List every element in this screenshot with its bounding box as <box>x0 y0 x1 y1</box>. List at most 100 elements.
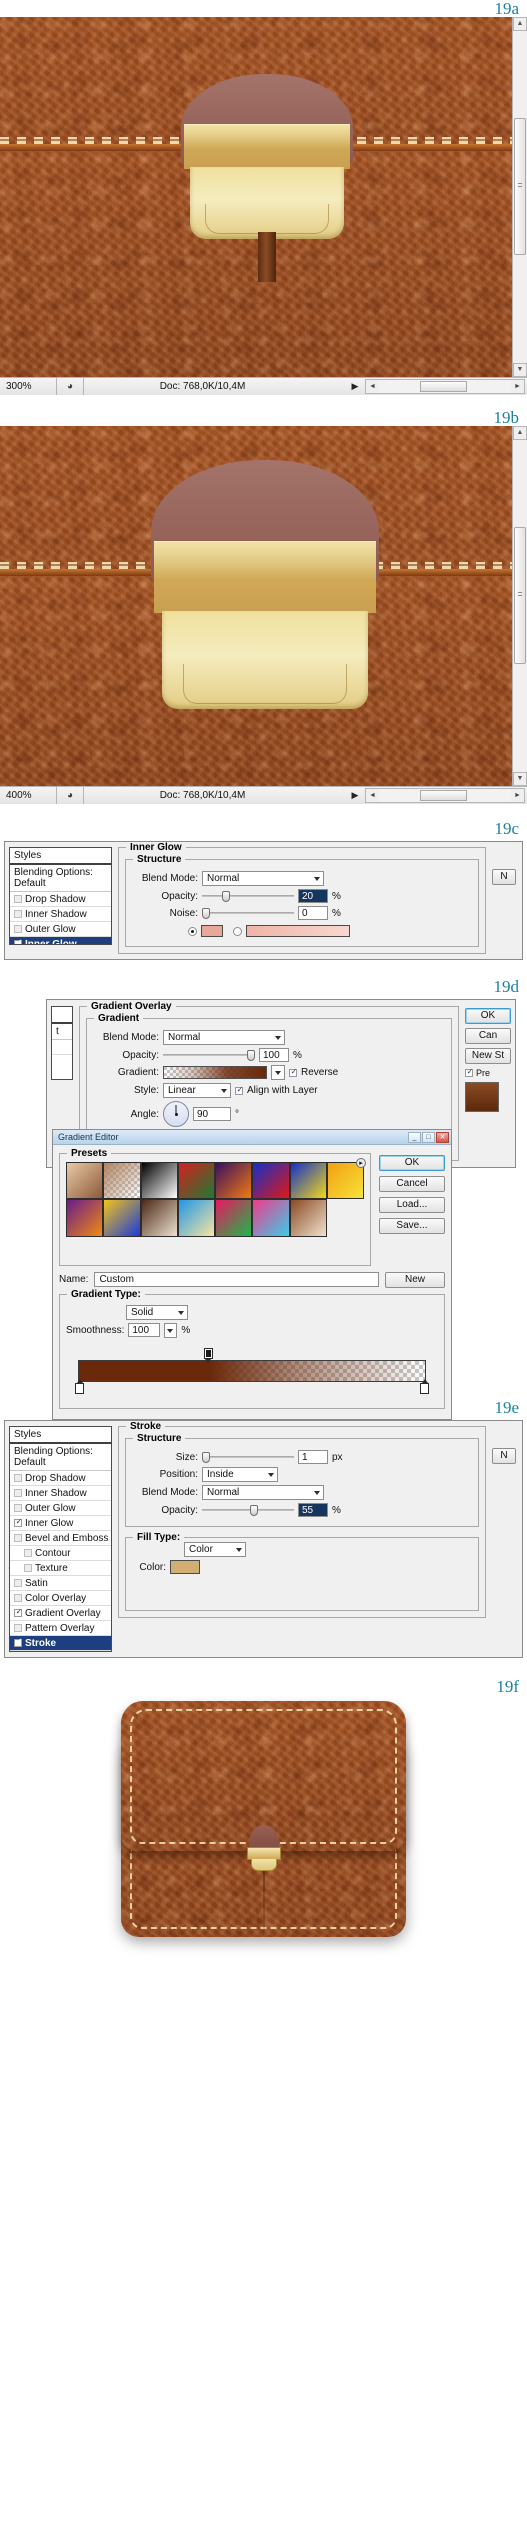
contour-checkbox[interactable] <box>24 1549 32 1557</box>
sidebar-item-drop-shadow[interactable]: Drop Shadow <box>10 892 111 907</box>
hscroll-left-arrow[interactable]: ◄ <box>366 789 379 802</box>
pattern-overlay-checkbox[interactable] <box>14 1624 22 1632</box>
gradient-preset-swatch[interactable] <box>215 1199 253 1237</box>
glow-color-swatch[interactable] <box>201 925 223 937</box>
cancel-button[interactable]: Cancel <box>379 1176 445 1192</box>
blending-options-row[interactable]: Blending Options: Default <box>10 1444 111 1471</box>
blending-options-row[interactable]: t <box>52 1024 72 1040</box>
sidebar-item-bevel-and-emboss[interactable]: Bevel and Emboss <box>10 1531 111 1546</box>
drop-shadow-checkbox[interactable] <box>14 895 22 903</box>
scrollbar-thumb[interactable] <box>514 526 526 664</box>
inner-shadow-checkbox[interactable] <box>14 1489 22 1497</box>
gradient-preset-swatch[interactable] <box>66 1199 104 1237</box>
gradient-radio[interactable] <box>233 926 242 936</box>
preview-icon[interactable]: ◕ <box>57 381 83 392</box>
color-stop-left[interactable] <box>75 1378 84 1394</box>
styles-list-short[interactable]: Styles Blending Options: Default Drop Sh… <box>9 847 112 945</box>
gradient-preset-swatch[interactable] <box>103 1162 141 1200</box>
maximize-icon[interactable]: □ <box>422 1131 435 1143</box>
preview-icon[interactable]: ◕ <box>57 790 83 801</box>
sidebar-item-outer-glow[interactable]: Outer Glow <box>10 922 111 937</box>
gradient-overlay-checkbox[interactable] <box>14 1607 23 1617</box>
angle-input[interactable]: 90 <box>193 1107 231 1121</box>
sidebar-item-outer-glow[interactable]: Outer Glow <box>10 1501 111 1516</box>
close-icon[interactable]: ✕ <box>436 1131 449 1143</box>
gradient-preset-swatch[interactable] <box>252 1162 290 1200</box>
canvas-vertical-scrollbar[interactable]: ▲ ▼ <box>512 17 527 377</box>
preview-row[interactable]: Pre <box>465 1067 511 1078</box>
blend-mode-select[interactable]: Normal <box>202 1485 324 1500</box>
color-overlay-checkbox[interactable] <box>14 1594 22 1602</box>
new-style-button[interactable]: New St <box>465 1048 511 1064</box>
gradient-preview-bar[interactable] <box>163 1066 267 1079</box>
sidebar-item-drop-shadow[interactable]: Drop Shadow <box>10 1471 111 1486</box>
gradient-preset-swatch[interactable] <box>289 1162 327 1200</box>
color-stop-right[interactable] <box>420 1378 429 1394</box>
outer-glow-checkbox[interactable] <box>14 1504 22 1512</box>
color-radio[interactable] <box>188 926 197 936</box>
slider-knob[interactable] <box>249 1505 258 1516</box>
texture-checkbox[interactable] <box>24 1564 32 1572</box>
scroll-down-arrow[interactable]: ▼ <box>513 772 527 786</box>
status-menu-arrow[interactable]: ▶ <box>347 790 363 801</box>
outer-glow-checkbox[interactable] <box>14 925 22 933</box>
bevel-and-emboss-checkbox[interactable] <box>14 1534 22 1542</box>
sidebar-item-satin[interactable]: Satin <box>10 1576 111 1591</box>
sidebar-item-texture[interactable]: Texture <box>10 1561 111 1576</box>
gradient-editor-titlebar[interactable]: Gradient Editor _ □ ✕ <box>53 1130 451 1145</box>
gradient-picker-button[interactable] <box>271 1065 285 1080</box>
scroll-down-arrow[interactable]: ▼ <box>513 363 527 377</box>
inner-glow-checkbox[interactable] <box>14 1517 23 1527</box>
new-style-button[interactable]: N <box>492 869 516 885</box>
zoom-level-19a[interactable]: 300% <box>0 381 56 392</box>
slider-knob[interactable] <box>202 908 210 919</box>
opacity-input[interactable]: 20 <box>298 889 328 903</box>
gradient-preset-swatch[interactable] <box>140 1199 178 1237</box>
blend-mode-select[interactable]: Normal <box>163 1030 285 1045</box>
hscroll-right-arrow[interactable]: ► <box>511 380 524 393</box>
hscroll-left-arrow[interactable]: ◄ <box>366 380 379 393</box>
gradient-preset-swatch[interactable] <box>103 1199 141 1237</box>
gradient-preset-swatch[interactable] <box>66 1162 104 1200</box>
styles-list-clipped[interactable]: t <box>51 1006 73 1080</box>
position-select[interactable]: Inside <box>202 1467 278 1482</box>
satin-checkbox[interactable] <box>14 1579 22 1587</box>
inner-glow-checkbox[interactable] <box>14 938 23 944</box>
slider-knob[interactable] <box>202 1452 210 1463</box>
opacity-input[interactable]: 100 <box>259 1048 289 1062</box>
drop-shadow-checkbox[interactable] <box>14 1474 22 1482</box>
sidebar-item-stroke[interactable]: Stroke <box>10 1636 111 1651</box>
gradient-type-select[interactable]: Solid <box>126 1304 188 1320</box>
slider-knob[interactable] <box>247 1050 255 1061</box>
save-button[interactable]: Save... <box>379 1218 445 1234</box>
hscroll-thumb[interactable] <box>419 381 468 392</box>
sidebar-item-inner-glow[interactable]: Inner Glow <box>10 937 111 944</box>
gradient-preset-swatch[interactable] <box>289 1199 327 1237</box>
new-style-button[interactable]: N <box>492 1448 516 1464</box>
sidebar-item-contour[interactable]: Contour <box>10 1546 111 1561</box>
sidebar-item-gradient-overlay[interactable]: Gradient Overlay <box>10 1606 111 1621</box>
preview-checkbox[interactable] <box>465 1067 474 1077</box>
blending-options-row[interactable]: Blending Options: Default <box>10 865 111 892</box>
zoom-level-19b[interactable]: 400% <box>0 790 56 801</box>
gradient-preset-swatch[interactable] <box>177 1162 215 1200</box>
sidebar-item-pattern-overlay[interactable]: Pattern Overlay <box>10 1621 111 1636</box>
minimize-icon[interactable]: _ <box>408 1131 421 1143</box>
hscroll-thumb[interactable] <box>419 790 468 801</box>
stroke-color-swatch[interactable] <box>170 1560 200 1574</box>
gradient-preset-swatch[interactable] <box>252 1199 290 1237</box>
ok-button[interactable]: OK <box>379 1155 445 1171</box>
canvas-horizontal-scrollbar[interactable]: ◄ ► <box>365 379 525 394</box>
smoothness-stepper[interactable] <box>164 1322 178 1338</box>
opacity-slider[interactable] <box>202 889 294 903</box>
load-button[interactable]: Load... <box>379 1197 445 1213</box>
gradient-preset-swatch[interactable] <box>177 1199 215 1237</box>
sidebar-item-inner-glow[interactable]: Inner Glow <box>10 1516 111 1531</box>
scroll-up-arrow[interactable]: ▲ <box>513 426 527 440</box>
size-slider[interactable] <box>202 1450 294 1464</box>
gradient-name-input[interactable]: Custom <box>94 1272 379 1287</box>
presets-grid[interactable] <box>66 1162 364 1237</box>
size-input[interactable]: 1 <box>298 1450 328 1464</box>
ok-button[interactable]: OK <box>465 1008 511 1024</box>
sidebar-item-color-overlay[interactable]: Color Overlay <box>10 1591 111 1606</box>
